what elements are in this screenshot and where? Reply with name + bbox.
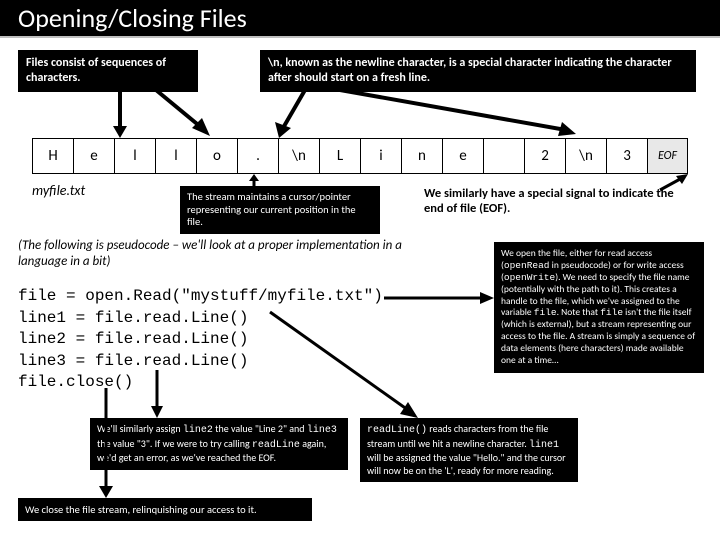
character-row: H e l l o . \n L i n e 2 \n 3 EOF xyxy=(32,138,688,174)
char-cell: 3 xyxy=(606,138,647,174)
title-underline xyxy=(0,36,720,38)
callout-files-sequence: Files consist of sequences of characters… xyxy=(18,50,198,92)
code-inline: line3 xyxy=(307,425,337,436)
char-cell: o xyxy=(196,138,237,174)
code-inline: readLine xyxy=(252,440,300,451)
code-inline: line2 xyxy=(183,425,213,436)
text: We'll similarly assign xyxy=(97,422,183,435)
callout-cursor: The stream maintains a cursor/pointer re… xyxy=(180,186,380,234)
arrow-down-icon xyxy=(110,90,130,138)
arrow-right-icon xyxy=(384,290,494,306)
char-cell: H xyxy=(32,138,73,174)
arrow-diag-icon xyxy=(340,90,580,140)
code-inline: openWrite xyxy=(504,272,555,283)
filename-label: myfile.txt xyxy=(32,182,85,199)
code-inline: readLine() xyxy=(367,425,427,436)
code-block: file = open.Read("mystuff/myfile.txt") l… xyxy=(18,286,383,394)
code-line: file = open.Read("mystuff/myfile.txt") xyxy=(18,286,383,308)
code-line: line2 = file.read.Line() xyxy=(18,329,383,351)
code-inline: line1 xyxy=(529,440,559,451)
callout-close: We close the file stream, relinquishing … xyxy=(18,498,312,521)
arrow-down-icon xyxy=(275,90,315,140)
char-cell: 2 xyxy=(524,138,565,174)
slide-title: Opening/Closing Files xyxy=(18,2,720,34)
code-inline: file xyxy=(600,307,623,318)
char-cell: e xyxy=(73,138,114,174)
callout-readline: readLine() reads characters from the fil… xyxy=(360,418,578,482)
callout-line23: We'll similarly assign line2 the value "… xyxy=(90,418,348,470)
char-cell: l xyxy=(155,138,196,174)
char-cell: L xyxy=(319,138,360,174)
char-cell: l xyxy=(114,138,155,174)
text: the value "3". If we were to try calling xyxy=(97,437,252,450)
callout-newline: \n, known as the newline character, is a… xyxy=(260,50,696,92)
code-line: file.close() xyxy=(18,372,383,394)
char-cell: \n xyxy=(565,138,606,174)
slide-title-bar: Opening/Closing Files xyxy=(0,0,720,36)
code-line: line3 = file.read.Line() xyxy=(18,351,383,373)
pseudocode-note: (The following is pseudocode – we'll loo… xyxy=(18,238,418,271)
text-eof-explain: We similarly have a special signal to in… xyxy=(424,186,694,216)
char-cell: . xyxy=(237,138,278,174)
code-line: line1 = file.read.Line() xyxy=(18,308,383,330)
char-cell: i xyxy=(360,138,401,174)
char-cell: \n xyxy=(278,138,319,174)
code-inline: file xyxy=(534,307,557,318)
char-cell-eof: EOF xyxy=(647,138,688,174)
char-cell xyxy=(483,138,524,174)
char-cell: n xyxy=(401,138,442,174)
text: the value "Line 2" and xyxy=(213,422,307,435)
text: . Note that xyxy=(557,306,601,318)
text: will be assigned the value "Hello." and … xyxy=(367,451,566,477)
code-inline: openRead xyxy=(504,260,550,271)
char-cell: e xyxy=(442,138,483,174)
arrow-diag-icon xyxy=(156,90,216,140)
callout-open-file: We open the file, either for read access… xyxy=(494,242,704,373)
